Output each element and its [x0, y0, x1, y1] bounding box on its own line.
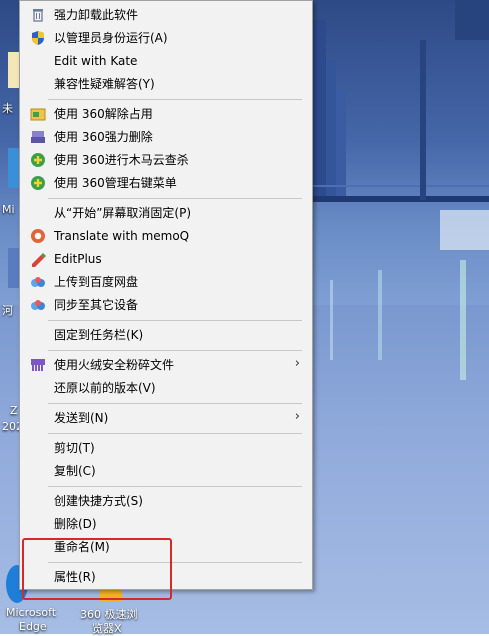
360-unlock-icon — [30, 106, 46, 122]
menu-item-label: 创建快捷方式(S) — [54, 494, 143, 508]
menu-item-label: 删除(D) — [54, 517, 97, 531]
menu-separator — [48, 433, 302, 434]
menu-item-label: 使用 360解除占用 — [54, 107, 153, 121]
desktop-label: 河 — [2, 304, 13, 317]
menu-item-label: 使用 360管理右键菜单 — [54, 176, 177, 190]
desktop-label: Microsoft — [6, 606, 57, 619]
menu-item-label: 使用 360强力删除 — [54, 130, 153, 144]
menu-item-label: 复制(C) — [54, 464, 96, 478]
menu-separator — [48, 198, 302, 199]
menu-item-compatibility[interactable]: 兼容性疑难解答(Y) — [20, 73, 310, 95]
menu-item-label: 剪切(T) — [54, 441, 95, 455]
menu-item-label: Edit with Kate — [54, 54, 138, 68]
menu-separator — [48, 320, 302, 321]
huorong-icon — [30, 357, 46, 373]
editplus-icon — [30, 251, 46, 267]
highlight-box — [22, 538, 172, 600]
shield-icon — [30, 30, 46, 46]
menu-item-360-scan[interactable]: 使用 360进行木马云查杀 — [20, 149, 310, 171]
menu-item-label: 强力卸载此软件 — [54, 8, 139, 22]
desktop-label: Edge — [19, 620, 47, 633]
menu-item-360-delete[interactable]: 使用 360强力删除 — [20, 126, 310, 148]
menu-item-360-unlock[interactable]: 使用 360解除占用 — [20, 103, 310, 125]
menu-item-label: Translate with memoQ — [54, 229, 190, 243]
menu-item-label: 还原以前的版本(V) — [54, 381, 156, 395]
desktop-label: Mi — [2, 203, 15, 216]
chevron-right-icon: › — [294, 409, 300, 424]
menu-item-restore-previous[interactable]: 还原以前的版本(V) — [20, 377, 310, 399]
memoq-icon — [30, 228, 46, 244]
menu-separator — [48, 350, 302, 351]
menu-item-label: 发送到(N) — [54, 411, 109, 425]
360-menu-icon — [30, 175, 46, 191]
menu-item-delete[interactable]: 删除(D) — [20, 513, 310, 535]
menu-item-label: 同步至其它设备 — [54, 298, 139, 312]
context-menu: 强力卸载此软件 以管理员身份运行(A) Edit with Kate 兼容性疑难… — [19, 0, 313, 590]
menu-item-label: 从“开始”屏幕取消固定(P) — [54, 206, 192, 220]
menu-item-edit-with-kate[interactable]: Edit with Kate — [20, 50, 310, 72]
menu-item-memoq[interactable]: Translate with memoQ — [20, 225, 310, 247]
menu-item-label: 使用火绒安全粉碎文件 — [54, 358, 175, 372]
360-shred-icon — [30, 129, 46, 145]
menu-item-360-menu-manager[interactable]: 使用 360管理右键菜单 — [20, 172, 310, 194]
desktop-label: Z — [10, 404, 18, 417]
menu-item-huorong-shred[interactable]: 使用火绒安全粉碎文件 › — [20, 354, 310, 376]
menu-item-label: 使用 360进行木马云查杀 — [54, 153, 189, 167]
menu-item-editplus[interactable]: EditPlus — [20, 248, 310, 270]
menu-item-label: EditPlus — [54, 252, 102, 266]
menu-item-cut[interactable]: 剪切(T) — [20, 437, 310, 459]
360-scan-icon — [30, 152, 46, 168]
menu-separator — [48, 99, 302, 100]
baidu-cloud-icon — [30, 274, 46, 290]
menu-separator — [48, 486, 302, 487]
baidu-cloud-icon — [30, 297, 46, 313]
menu-item-sync-devices[interactable]: 同步至其它设备 — [20, 294, 310, 316]
menu-item-label: 固定到任务栏(K) — [54, 328, 144, 342]
menu-item-label: 兼容性疑难解答(Y) — [54, 77, 155, 91]
chevron-right-icon: › — [294, 356, 300, 371]
menu-item-run-as-admin[interactable]: 以管理员身份运行(A) — [20, 27, 310, 49]
menu-item-uninstall[interactable]: 强力卸载此软件 — [20, 4, 310, 26]
menu-item-label: 以管理员身份运行(A) — [54, 31, 168, 45]
menu-item-unpin-start[interactable]: 从“开始”屏幕取消固定(P) — [20, 202, 310, 224]
menu-item-label: 上传到百度网盘 — [54, 275, 139, 289]
menu-item-send-to[interactable]: 发送到(N) › — [20, 407, 310, 429]
menu-separator — [48, 403, 302, 404]
menu-item-create-shortcut[interactable]: 创建快捷方式(S) — [20, 490, 310, 512]
trash-icon — [30, 7, 46, 23]
menu-item-pin-taskbar[interactable]: 固定到任务栏(K) — [20, 324, 310, 346]
menu-item-copy[interactable]: 复制(C) — [20, 460, 310, 482]
desktop-label: 未 — [2, 102, 13, 115]
menu-item-baidu-upload[interactable]: 上传到百度网盘 — [20, 271, 310, 293]
